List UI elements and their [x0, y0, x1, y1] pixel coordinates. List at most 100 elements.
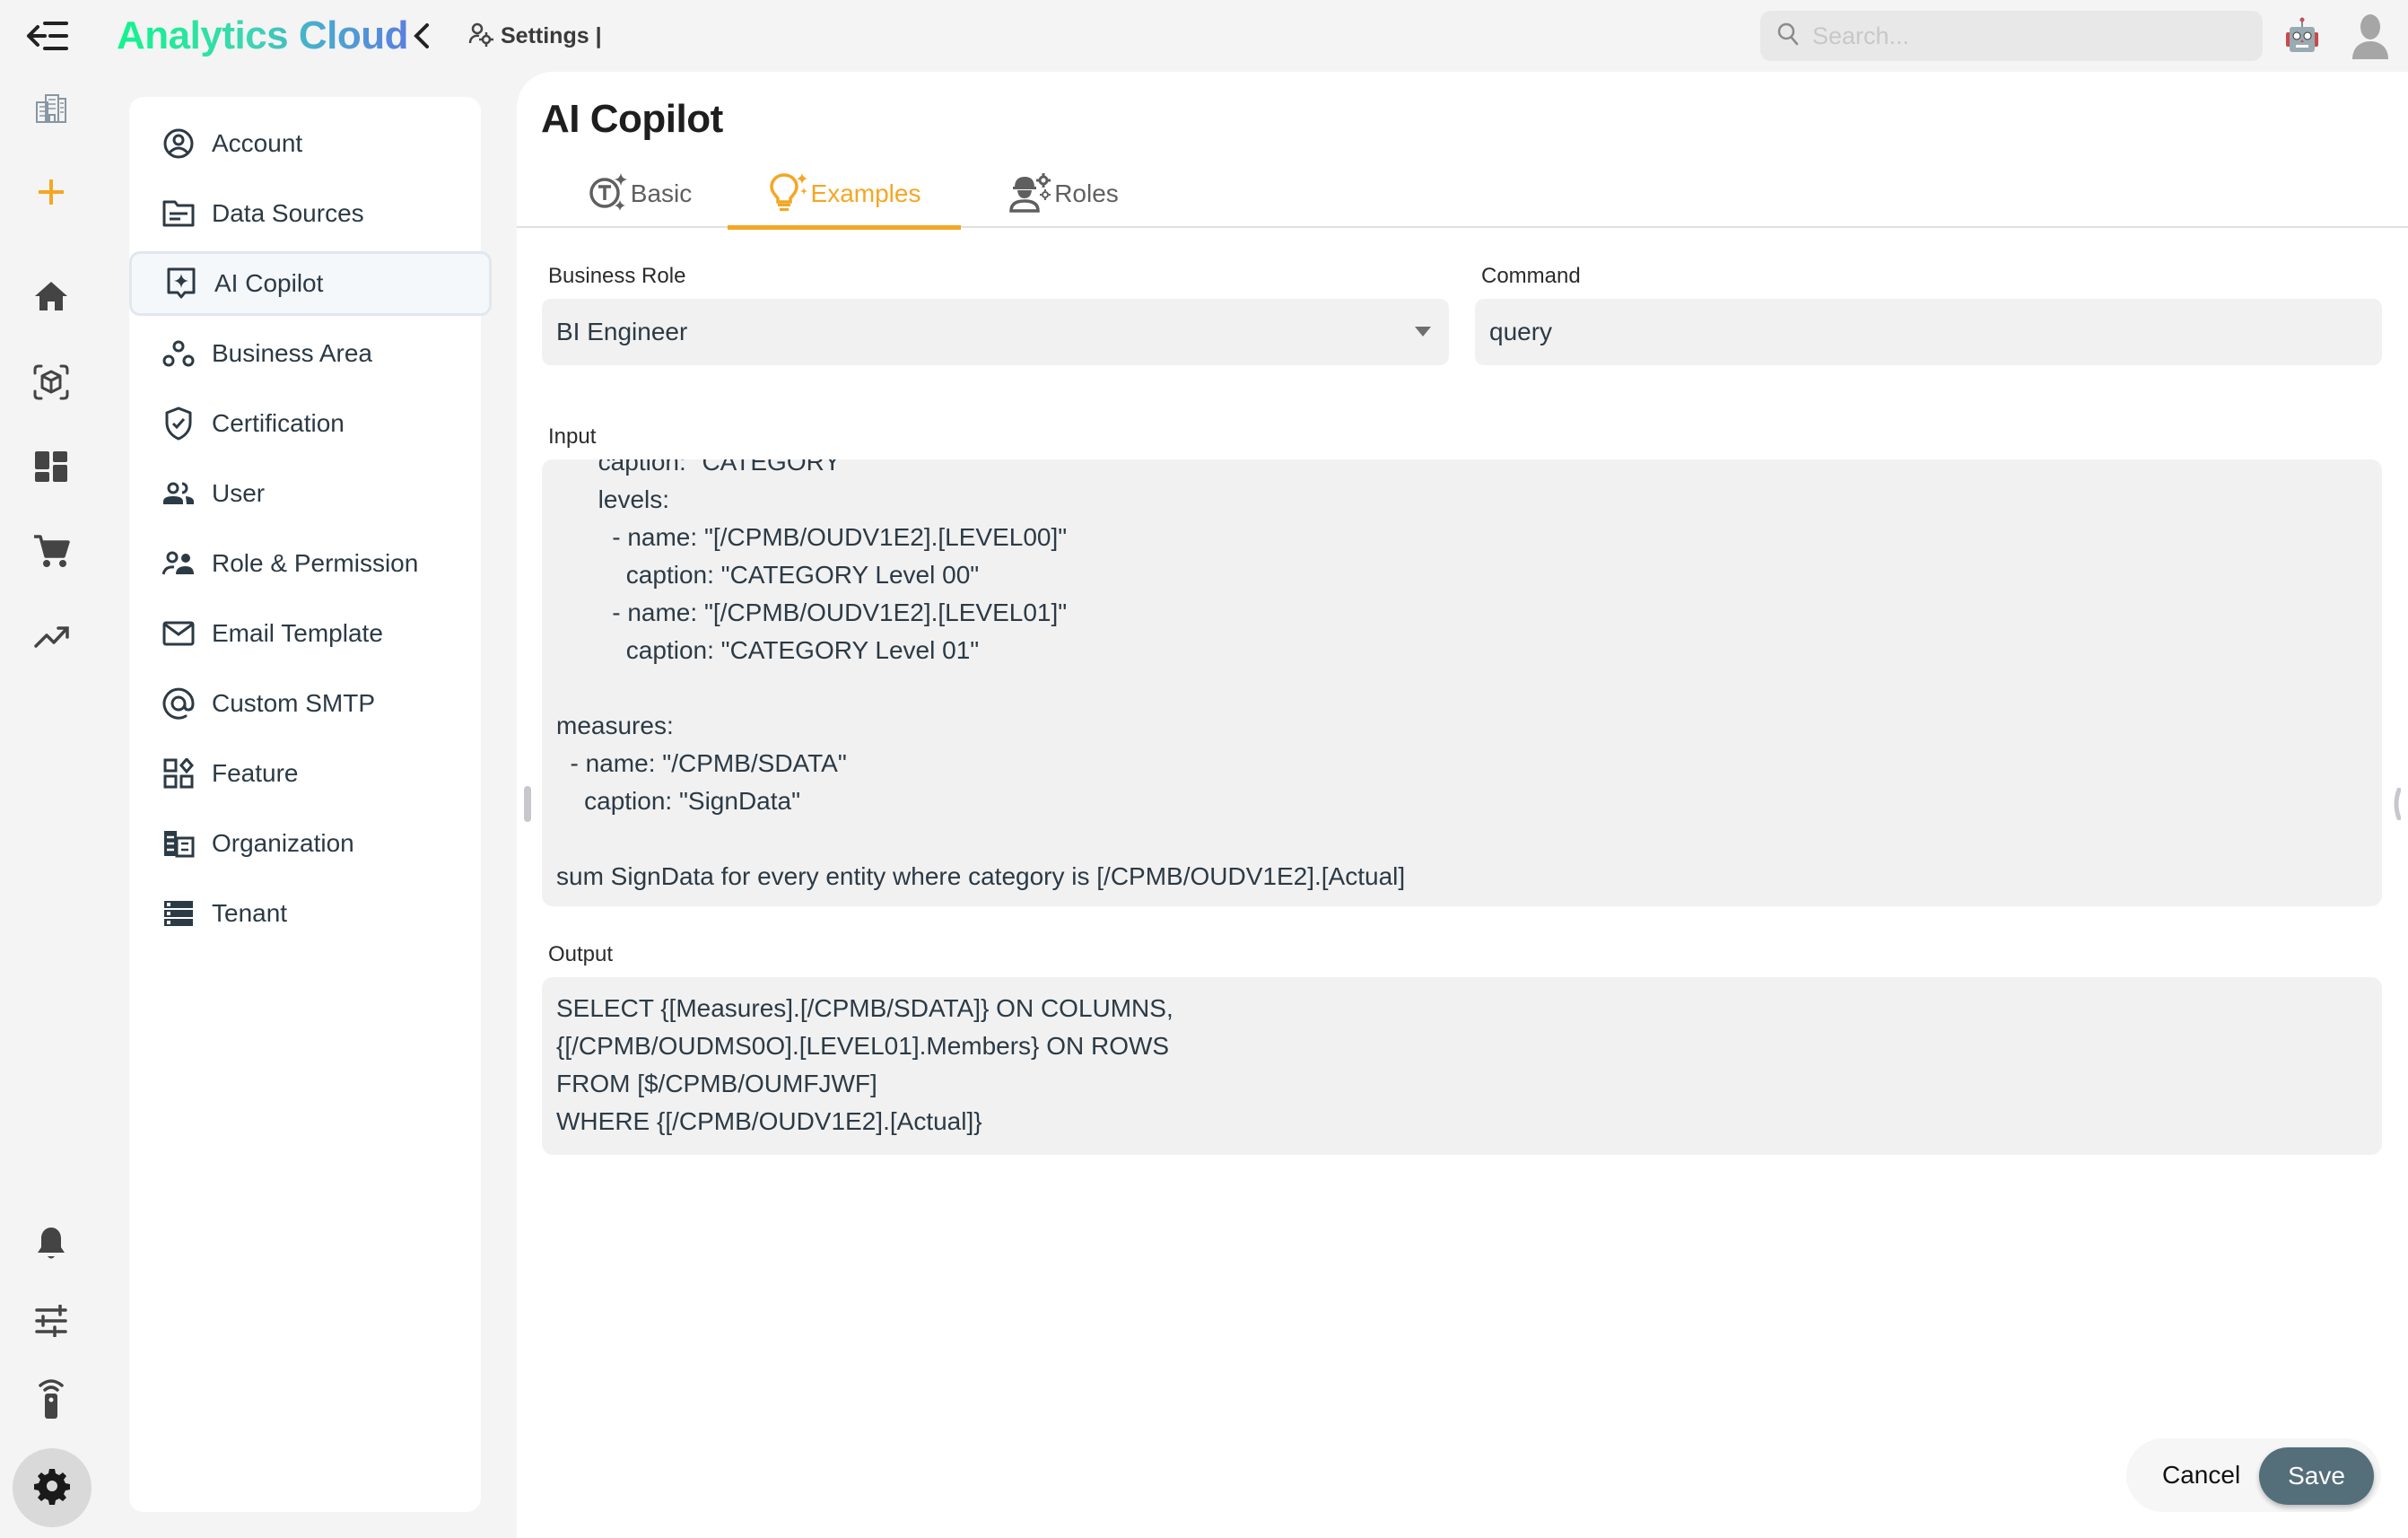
- bell-icon[interactable]: [30, 1222, 73, 1265]
- back-chevron-icon[interactable]: [411, 20, 432, 52]
- tab-roles[interactable]: Roles: [1001, 160, 1127, 228]
- sidebar-item-label: Account: [212, 129, 303, 157]
- sidebar-item-tenant[interactable]: Tenant: [145, 881, 465, 946]
- sidebar-item-label: AI Copilot: [214, 269, 324, 297]
- sidebar-item-account[interactable]: Account: [145, 111, 465, 176]
- sidebar-item-email-template[interactable]: Email Template: [145, 601, 465, 666]
- sidebar-item-organization[interactable]: Organization: [145, 811, 465, 876]
- dropdown-caret-icon: [1415, 327, 1431, 336]
- engineer-gear-icon: [1009, 171, 1052, 217]
- gear-icon: [33, 1467, 71, 1509]
- code-line: caption: "CATEGORY Level 01": [556, 636, 980, 664]
- cart-icon[interactable]: [30, 529, 73, 572]
- tab-label: Examples: [810, 179, 921, 207]
- code-line: caption: "CATEGORY Level 00": [556, 561, 980, 589]
- code-line: levels:: [556, 485, 670, 513]
- input-label: Input: [548, 424, 597, 449]
- sidebar-item-ai-copilot[interactable]: AI Copilot: [129, 251, 492, 316]
- command-input[interactable]: [1475, 299, 2382, 365]
- user-avatar[interactable]: [2349, 13, 2392, 59]
- remote-icon[interactable]: [30, 1376, 73, 1420]
- mail-icon: [161, 616, 196, 651]
- plus-icon[interactable]: [30, 170, 73, 214]
- save-button[interactable]: Save: [2259, 1447, 2374, 1505]
- shield-check-icon: [161, 406, 196, 441]
- business-role-value: BI Engineer: [556, 318, 688, 345]
- panel-resize-handle-right[interactable]: [2392, 787, 2402, 821]
- folder-icon: [161, 197, 196, 231]
- sidebar-item-role-permission[interactable]: Role & Permission: [145, 531, 465, 596]
- output-text: SELECT {[Measures].[/CPMB/SDATA]} ON COL…: [556, 990, 1173, 1140]
- server-icon: [161, 896, 196, 931]
- sidebar-item-label: Custom SMTP: [212, 689, 376, 717]
- tab-examples[interactable]: Examples: [728, 160, 961, 230]
- business-role-select[interactable]: BI Engineer: [542, 299, 1449, 365]
- code-line: - name: "[/CPMB/OUDV1E2].[LEVEL00]": [556, 523, 1068, 551]
- user-settings-icon: [468, 22, 493, 51]
- sidebar-item-certification[interactable]: Certification: [145, 391, 465, 456]
- code-line: {[/CPMB/OUDMS0O].[LEVEL01].Members} ON R…: [556, 1032, 1170, 1060]
- sidebar-item-data-sources[interactable]: Data Sources: [145, 181, 465, 246]
- settings-gear-button[interactable]: [13, 1448, 92, 1527]
- cube-scan-icon[interactable]: [30, 361, 73, 404]
- code-line: - name: "/CPMB/SDATA": [556, 749, 847, 777]
- tab-basic[interactable]: Basic: [581, 160, 698, 228]
- main-panel: AI Copilot Basic Examples Roles Business…: [517, 72, 2408, 1538]
- command-label: Command: [1481, 264, 1581, 288]
- top-bar: Analytics Cloud Settings |: [0, 0, 2408, 72]
- dashboard-icon[interactable]: [30, 445, 73, 488]
- widgets-icon: [161, 756, 196, 791]
- sidebar-item-feature[interactable]: Feature: [145, 741, 465, 806]
- output-label: Output: [548, 942, 614, 966]
- settings-sidebar: Account Data Sources AI Copilot Business…: [129, 97, 492, 1512]
- users-icon: [161, 476, 196, 511]
- sidebar-item-custom-smtp[interactable]: Custom SMTP: [145, 671, 465, 736]
- input-text: caption: "CATEGORY" levels: - name: "[/C…: [556, 459, 1405, 896]
- search-input[interactable]: [1812, 22, 2243, 50]
- home-icon[interactable]: [30, 275, 73, 318]
- sidebar-item-label: Feature: [212, 759, 299, 787]
- trending-up-icon[interactable]: [30, 616, 73, 659]
- code-line: - name: "[/CPMB/OUDV1E2].[LEVEL01]": [556, 599, 1068, 626]
- robot-assistant-icon[interactable]: [2282, 16, 2322, 56]
- code-line: sum SignData for every entity where cate…: [556, 862, 1406, 890]
- sidebar-item-label: Email Template: [212, 619, 383, 647]
- sidebar-item-business-area[interactable]: Business Area: [145, 321, 465, 386]
- app-logo[interactable]: Analytics Cloud: [117, 9, 409, 63]
- form-actions: Cancel Save: [2126, 1438, 2381, 1512]
- code-line: caption: "SignData": [556, 787, 801, 815]
- sidebar-item-label: User: [212, 479, 266, 507]
- ai-sparkle-icon: [164, 267, 198, 301]
- code-line: SELECT {[Measures].[/CPMB/SDATA]} ON COL…: [556, 994, 1173, 1022]
- breadcrumb-settings[interactable]: Settings |: [501, 23, 602, 49]
- lightbulb-sparkle-icon: [768, 171, 809, 217]
- tab-label: Roles: [1054, 179, 1119, 207]
- buildings-icon[interactable]: [30, 86, 73, 129]
- output-textarea[interactable]: SELECT {[Measures].[/CPMB/SDATA]} ON COL…: [542, 977, 2382, 1155]
- search-box[interactable]: [1760, 11, 2263, 61]
- code-line: WHERE {[/CPMB/OUDV1E2].[Actual]}: [556, 1107, 982, 1135]
- sidebar-item-user[interactable]: User: [145, 461, 465, 526]
- collapse-menu-icon[interactable]: [25, 18, 72, 54]
- tab-bar: Basic Examples Roles: [517, 160, 2408, 230]
- page-title: AI Copilot: [541, 97, 723, 141]
- code-line: caption: "CATEGORY": [556, 459, 850, 476]
- breadcrumb: Settings |: [468, 20, 602, 52]
- code-line: FROM [$/CPMB/OUMFJWF]: [556, 1070, 877, 1097]
- organization-icon: [161, 826, 196, 861]
- at-sign-icon: [161, 686, 196, 721]
- code-line: measures:: [556, 712, 674, 739]
- sliders-icon[interactable]: [30, 1299, 73, 1342]
- sidebar-item-label: Tenant: [212, 899, 288, 927]
- search-icon: [1776, 22, 1800, 51]
- input-textarea[interactable]: caption: "CATEGORY" levels: - name: "[/C…: [542, 459, 2382, 906]
- sidebar-item-label: Role & Permission: [212, 549, 419, 577]
- panel-resize-handle-left[interactable]: [524, 786, 531, 822]
- cancel-button[interactable]: Cancel: [2153, 1447, 2249, 1503]
- tab-label: Basic: [630, 179, 693, 207]
- workspaces-icon: [161, 336, 196, 371]
- sidebar-item-label: Certification: [212, 409, 345, 437]
- role-icon: [161, 546, 196, 581]
- text-sparkle-icon: [588, 171, 629, 217]
